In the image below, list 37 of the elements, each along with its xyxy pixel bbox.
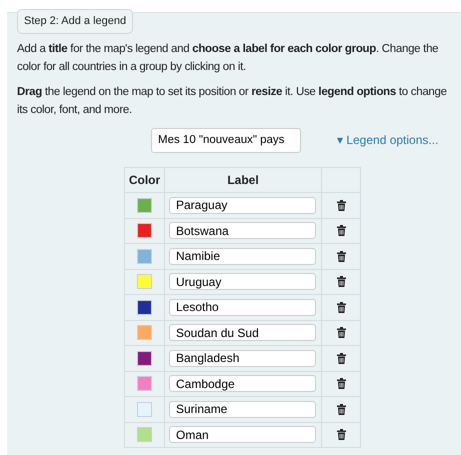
trash-icon[interactable] <box>336 225 346 236</box>
trash-icon[interactable] <box>336 276 346 288</box>
label-field[interactable]: Suriname <box>169 400 316 418</box>
trash-icon[interactable] <box>336 200 346 211</box>
column-header: Label <box>164 167 322 192</box>
column-header: Color <box>124 167 164 192</box>
legend-options-link[interactable]: ▾ Legend options... <box>337 131 438 149</box>
color-swatch[interactable] <box>137 248 152 264</box>
color-swatch[interactable] <box>137 325 152 340</box>
trash-icon[interactable] <box>336 429 346 440</box>
label-field[interactable]: Botswana <box>169 222 316 240</box>
color-swatch[interactable] <box>137 427 152 442</box>
color-swatch[interactable] <box>137 198 152 213</box>
instruction-text: Drag the legend on the map to set its position or resize it. Use legend options to change its color, font, and more. <box>17 84 448 118</box>
label-field[interactable]: Bangladesh <box>169 350 316 367</box>
legend-title-field[interactable]: Mes 10 "nouveaux" pays <box>151 128 301 152</box>
trash-icon[interactable] <box>336 327 346 338</box>
color-swatch[interactable] <box>137 402 152 417</box>
label-field[interactable]: Soudan du Sud <box>169 324 316 342</box>
trash-icon[interactable] <box>336 352 346 364</box>
color-swatch[interactable] <box>137 300 152 315</box>
trash-icon[interactable] <box>336 250 346 262</box>
trash-icon[interactable] <box>336 302 346 313</box>
label-field[interactable]: Oman <box>169 426 316 444</box>
label-field[interactable]: Namibie <box>169 248 316 265</box>
color-swatch[interactable] <box>137 274 152 290</box>
instruction-text: Add a title for the map's legend and choose a label for each color group. Change the color for all countries in a group by clicking on it. <box>17 42 440 74</box>
color-swatch[interactable] <box>137 223 152 238</box>
label-field[interactable]: Paraguay <box>169 196 316 214</box>
label-field[interactable]: Cambodge <box>169 375 316 392</box>
color-swatch[interactable] <box>137 376 152 392</box>
color-swatch[interactable] <box>137 350 152 366</box>
trash-icon[interactable] <box>336 404 346 415</box>
trash-icon[interactable] <box>336 378 346 390</box>
step-label: Step 2: Add a legend <box>17 9 134 34</box>
label-field[interactable]: Lesotho <box>169 298 316 316</box>
label-field[interactable]: Uruguay <box>169 273 316 290</box>
